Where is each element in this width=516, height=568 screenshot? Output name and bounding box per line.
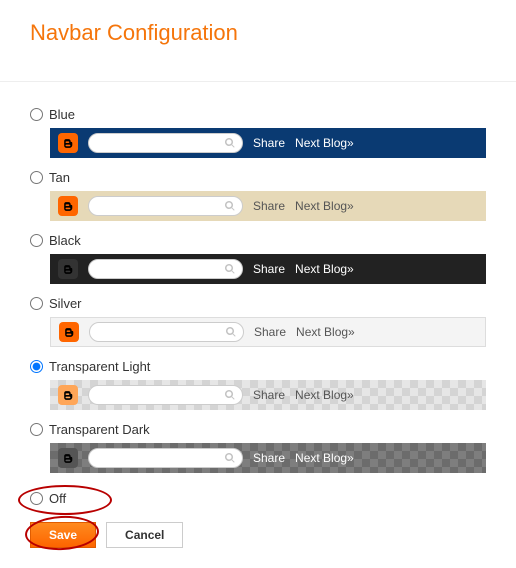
next-blog-link[interactable]: Next Blog»	[295, 136, 354, 150]
option-label-blue: Blue	[49, 107, 75, 122]
option-label-silver: Silver	[49, 296, 82, 311]
divider	[0, 81, 516, 82]
blogger-icon	[58, 133, 78, 153]
share-link[interactable]: Share	[254, 325, 286, 339]
share-link[interactable]: Share	[253, 451, 285, 465]
option-tan[interactable]: Tan	[30, 170, 486, 185]
share-link[interactable]: Share	[253, 388, 285, 402]
next-blog-link[interactable]: Next Blog»	[295, 388, 354, 402]
option-label-tdark: Transparent Dark	[49, 422, 150, 437]
option-label-black: Black	[49, 233, 81, 248]
search-input[interactable]	[88, 196, 243, 216]
blogger-icon	[58, 196, 78, 216]
radio-transparent-dark[interactable]	[30, 423, 43, 436]
option-label-tlight: Transparent Light	[49, 359, 150, 374]
radio-black[interactable]	[30, 234, 43, 247]
search-icon	[224, 137, 236, 149]
next-blog-link[interactable]: Next Blog»	[295, 262, 354, 276]
blogger-icon	[58, 259, 78, 279]
radio-silver[interactable]	[30, 297, 43, 310]
search-icon	[225, 326, 237, 338]
option-label-off: Off	[49, 491, 66, 506]
next-blog-link[interactable]: Next Blog»	[295, 199, 354, 213]
option-off[interactable]: Off	[30, 491, 66, 506]
cancel-button[interactable]: Cancel	[106, 522, 183, 548]
page-title: Navbar Configuration	[30, 20, 486, 46]
option-blue[interactable]: Blue	[30, 107, 486, 122]
search-icon	[224, 263, 236, 275]
search-input[interactable]	[89, 322, 244, 342]
preview-transparent-dark: Share Next Blog»	[50, 443, 486, 473]
share-link[interactable]: Share	[253, 199, 285, 213]
share-link[interactable]: Share	[253, 262, 285, 276]
option-label-tan: Tan	[49, 170, 70, 185]
preview-blue: Share Next Blog»	[50, 128, 486, 158]
blogger-icon	[58, 448, 78, 468]
radio-tan[interactable]	[30, 171, 43, 184]
save-button[interactable]: Save	[30, 522, 96, 548]
search-icon	[224, 452, 236, 464]
option-transparent-dark[interactable]: Transparent Dark	[30, 422, 486, 437]
radio-transparent-light[interactable]	[30, 360, 43, 373]
search-input[interactable]	[88, 259, 243, 279]
blogger-icon	[58, 385, 78, 405]
option-silver[interactable]: Silver	[30, 296, 486, 311]
search-input[interactable]	[88, 133, 243, 153]
search-input[interactable]	[88, 385, 243, 405]
radio-blue[interactable]	[30, 108, 43, 121]
option-black[interactable]: Black	[30, 233, 486, 248]
next-blog-link[interactable]: Next Blog»	[296, 325, 355, 339]
search-icon	[224, 389, 236, 401]
preview-silver: Share Next Blog»	[50, 317, 486, 347]
radio-off[interactable]	[30, 492, 43, 505]
preview-transparent-light: Share Next Blog»	[50, 380, 486, 410]
option-transparent-light[interactable]: Transparent Light	[30, 359, 486, 374]
search-input[interactable]	[88, 448, 243, 468]
preview-black: Share Next Blog»	[50, 254, 486, 284]
next-blog-link[interactable]: Next Blog»	[295, 451, 354, 465]
preview-tan: Share Next Blog»	[50, 191, 486, 221]
share-link[interactable]: Share	[253, 136, 285, 150]
search-icon	[224, 200, 236, 212]
blogger-icon	[59, 322, 79, 342]
